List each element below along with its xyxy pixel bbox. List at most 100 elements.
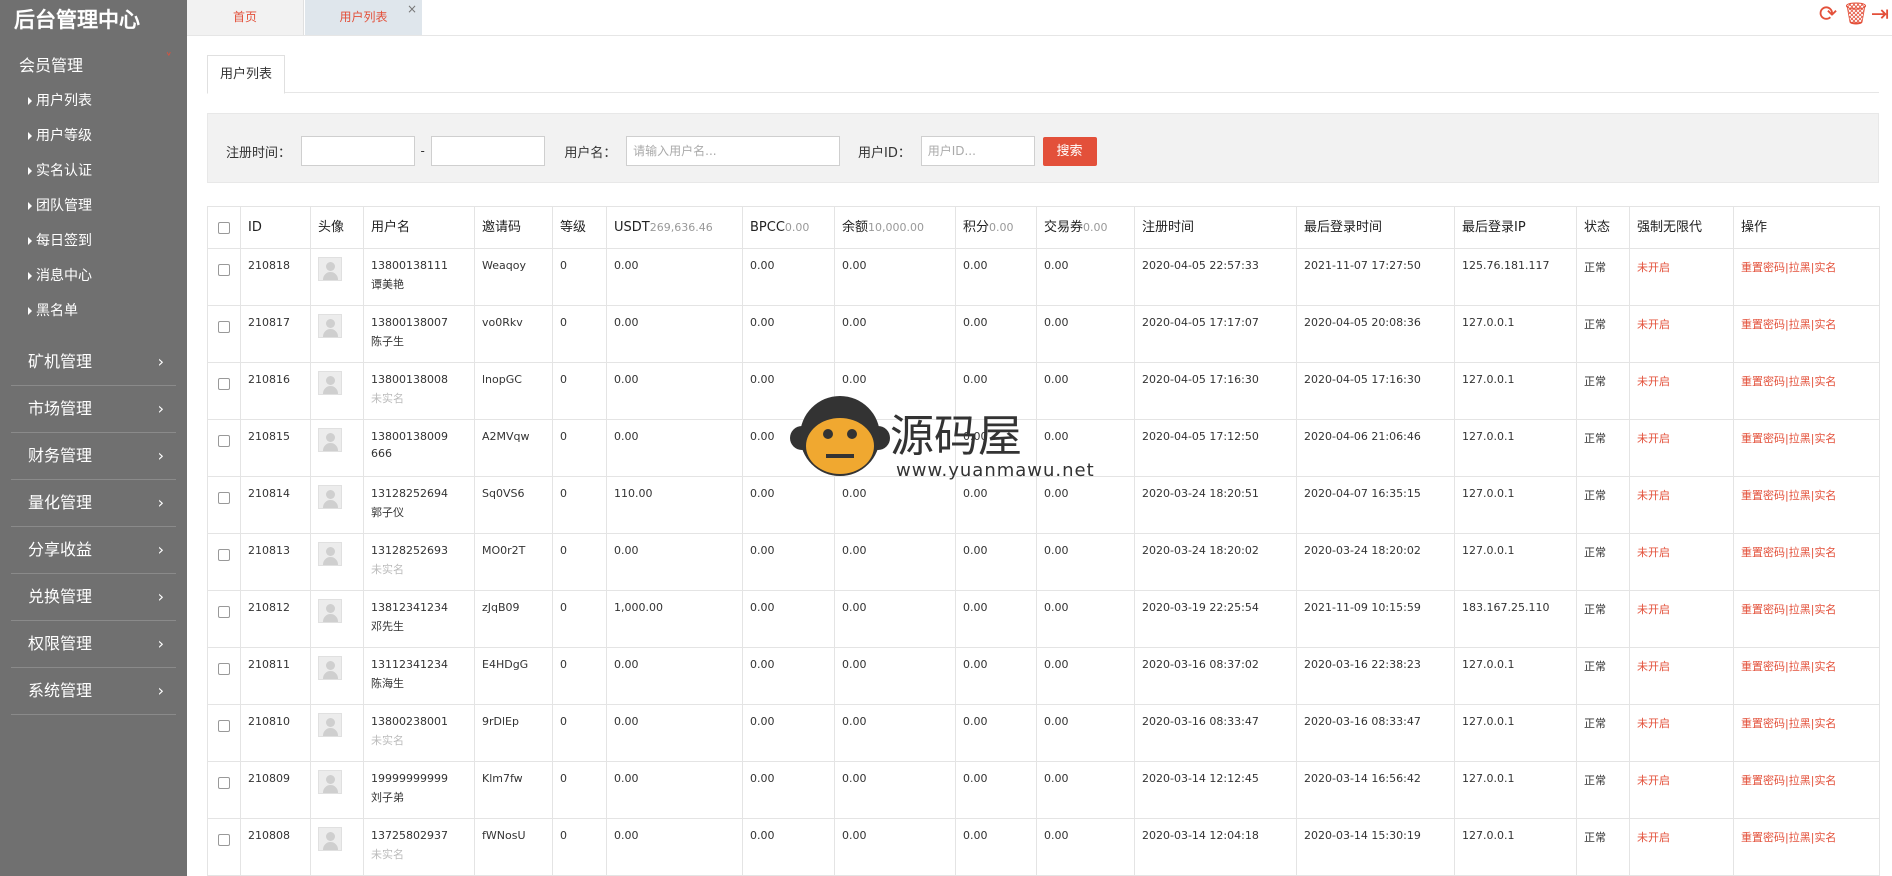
row-checkbox[interactable]	[218, 549, 230, 561]
cell-force[interactable]: 未开启	[1629, 419, 1734, 477]
cell-last-ip: 125.76.181.117	[1454, 248, 1577, 306]
reset-password-link[interactable]: 重置密码	[1741, 261, 1785, 274]
row-checkbox[interactable]	[218, 378, 230, 390]
sidebar-group-title[interactable]: 市场管理 ›	[11, 386, 176, 432]
cell-balance: 0.00	[834, 533, 956, 591]
block-link[interactable]: 拉黑	[1789, 717, 1811, 730]
cell-force[interactable]: 未开启	[1629, 476, 1734, 534]
col-usdt-label: USDT	[614, 220, 650, 235]
block-link[interactable]: 拉黑	[1789, 831, 1811, 844]
cell-force[interactable]: 未开启	[1629, 305, 1734, 363]
avatar	[318, 656, 342, 680]
cell-voucher: 0.00	[1036, 476, 1135, 534]
cell-force[interactable]: 未开启	[1629, 248, 1734, 306]
cell-force[interactable]: 未开启	[1629, 818, 1734, 876]
row-checkbox[interactable]	[218, 435, 230, 447]
cell-force[interactable]: 未开启	[1629, 533, 1734, 591]
row-checkbox[interactable]	[218, 606, 230, 618]
sidebar-item[interactable]: 团队管理	[11, 189, 176, 224]
reset-password-link[interactable]: 重置密码	[1741, 318, 1785, 331]
realname-link[interactable]: 实名	[1814, 660, 1836, 673]
cell-force[interactable]: 未开启	[1629, 761, 1734, 819]
reset-password-link[interactable]: 重置密码	[1741, 375, 1785, 388]
username-input[interactable]	[626, 136, 841, 166]
cell-status: 正常	[1576, 647, 1630, 705]
row-checkbox[interactable]	[218, 321, 230, 333]
cell-force[interactable]: 未开启	[1629, 647, 1734, 705]
sidebar-group-title[interactable]: 系统管理 ›	[11, 668, 176, 714]
reset-password-link[interactable]: 重置密码	[1741, 717, 1785, 730]
reg-time-end-input[interactable]	[430, 136, 545, 166]
cell-level: 0	[552, 590, 607, 648]
cell-id: 210809	[240, 761, 311, 819]
block-link[interactable]: 拉黑	[1789, 375, 1811, 388]
row-checkbox[interactable]	[218, 663, 230, 675]
select-all-checkbox[interactable]	[218, 221, 230, 234]
cell-force[interactable]: 未开启	[1629, 362, 1734, 420]
sidebar-item[interactable]: 黑名单	[11, 294, 176, 329]
reset-password-link[interactable]: 重置密码	[1741, 660, 1785, 673]
sidebar-item[interactable]: 用户列表	[11, 84, 176, 119]
sidebar-group-title[interactable]: 会员管理 ˅	[11, 48, 176, 84]
reset-password-link[interactable]: 重置密码	[1741, 489, 1785, 502]
row-checkbox[interactable]	[218, 720, 230, 732]
row-checkbox[interactable]	[218, 834, 230, 846]
block-link[interactable]: 拉黑	[1789, 261, 1811, 274]
sidebar-item[interactable]: 用户等级	[11, 119, 176, 154]
cell-points: 0.00	[955, 590, 1037, 648]
row-checkbox[interactable]	[218, 264, 230, 276]
sidebar-group-title[interactable]: 财务管理 ›	[11, 433, 176, 479]
cell-avatar	[310, 419, 364, 477]
cell-reg-time: 2020-03-14 12:04:18	[1134, 818, 1297, 876]
close-icon[interactable]: ×	[407, 0, 417, 27]
cell-force[interactable]: 未开启	[1629, 590, 1734, 648]
tab-user-list[interactable]: 用户列表 ×	[305, 0, 422, 35]
refresh-icon[interactable]: ⟳	[1816, 2, 1840, 28]
row-checkbox[interactable]	[218, 492, 230, 504]
reset-password-link[interactable]: 重置密码	[1741, 831, 1785, 844]
sidebar-group-title[interactable]: 兑换管理 ›	[11, 574, 176, 620]
realname-link[interactable]: 实名	[1814, 831, 1836, 844]
realname-link[interactable]: 实名	[1814, 717, 1836, 730]
reset-password-link[interactable]: 重置密码	[1741, 603, 1785, 616]
tab-home[interactable]: 首页	[187, 0, 304, 35]
user-realname: 陈子生	[371, 335, 404, 348]
cell-ops: 重置密码|拉黑|实名	[1733, 248, 1880, 306]
realname-link[interactable]: 实名	[1814, 318, 1836, 331]
block-link[interactable]: 拉黑	[1789, 774, 1811, 787]
realname-link[interactable]: 实名	[1814, 774, 1836, 787]
block-link[interactable]: 拉黑	[1789, 603, 1811, 616]
block-link[interactable]: 拉黑	[1789, 660, 1811, 673]
trash-icon[interactable]: 🗑	[1842, 2, 1870, 28]
block-link[interactable]: 拉黑	[1789, 489, 1811, 502]
sidebar-group-title[interactable]: 量化管理 ›	[11, 480, 176, 526]
reset-password-link[interactable]: 重置密码	[1741, 774, 1785, 787]
realname-link[interactable]: 实名	[1814, 375, 1836, 388]
sidebar-group-title[interactable]: 分享收益 ›	[11, 527, 176, 573]
logout-icon[interactable]: ⇥	[1868, 2, 1892, 28]
cell-last-login: 2021-11-09 10:15:59	[1296, 590, 1455, 648]
realname-link[interactable]: 实名	[1814, 261, 1836, 274]
realname-link[interactable]: 实名	[1814, 432, 1836, 445]
sidebar-group-title[interactable]: 权限管理 ›	[11, 621, 176, 667]
sidebar-item[interactable]: 消息中心	[11, 259, 176, 294]
userid-input[interactable]	[920, 136, 1035, 166]
block-link[interactable]: 拉黑	[1789, 432, 1811, 445]
block-link[interactable]: 拉黑	[1789, 318, 1811, 331]
cell-force[interactable]: 未开启	[1629, 704, 1734, 762]
inner-tab-user-list[interactable]: 用户列表	[207, 55, 286, 94]
realname-link[interactable]: 实名	[1814, 603, 1836, 616]
user-phone: 19999999999	[371, 772, 448, 785]
reg-time-start-input[interactable]	[300, 136, 415, 166]
realname-link[interactable]: 实名	[1814, 489, 1836, 502]
user-phone: 13800138008	[371, 373, 448, 386]
reset-password-link[interactable]: 重置密码	[1741, 432, 1785, 445]
sidebar-item[interactable]: 实名认证	[11, 154, 176, 189]
row-checkbox[interactable]	[218, 777, 230, 789]
reset-password-link[interactable]: 重置密码	[1741, 546, 1785, 559]
realname-link[interactable]: 实名	[1814, 546, 1836, 559]
sidebar-group-title[interactable]: 矿机管理 ›	[11, 339, 176, 385]
sidebar-item[interactable]: 每日签到	[11, 224, 176, 259]
search-button[interactable]: 搜索	[1042, 136, 1097, 166]
block-link[interactable]: 拉黑	[1789, 546, 1811, 559]
